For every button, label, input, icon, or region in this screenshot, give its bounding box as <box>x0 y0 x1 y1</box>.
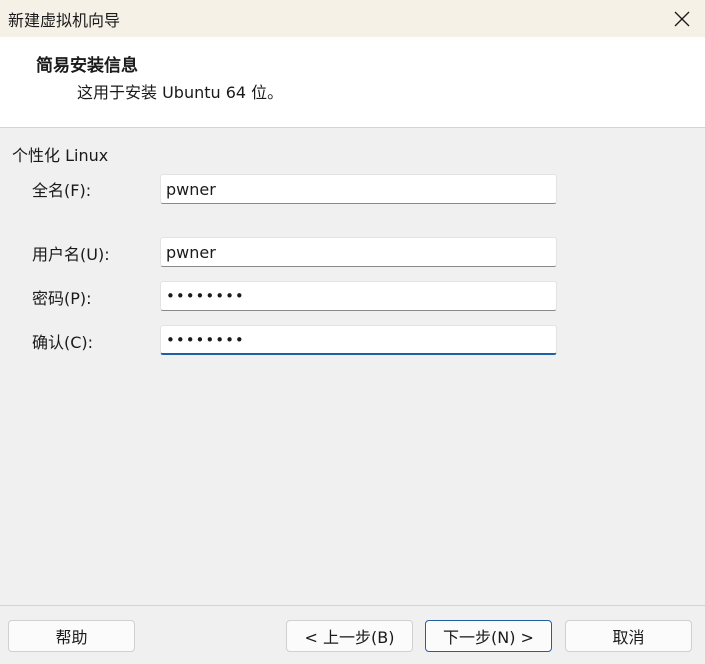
wizard-window: 新建虚拟机向导 简易安装信息 这用于安装 Ubuntu 64 位。 个性化 Li… <box>0 0 705 664</box>
username-input[interactable] <box>160 237 557 267</box>
footer-divider <box>0 605 705 606</box>
back-button[interactable]: < 上一步(B) <box>286 620 413 652</box>
username-label: 用户名(U): <box>32 245 110 264</box>
title-bar: 新建虚拟机向导 <box>0 0 705 37</box>
wizard-header: 简易安装信息 这用于安装 Ubuntu 64 位。 <box>0 37 705 128</box>
page-subtitle: 这用于安装 Ubuntu 64 位。 <box>77 83 284 102</box>
confirm-label: 确认(C): <box>32 333 94 352</box>
password-label: 密码(P): <box>32 289 92 308</box>
cancel-button[interactable]: 取消 <box>565 620 692 652</box>
close-icon <box>674 11 690 26</box>
next-button[interactable]: 下一步(N) > <box>425 620 552 652</box>
confirm-password-input[interactable] <box>160 325 557 355</box>
personalize-group-label: 个性化 Linux <box>12 146 109 165</box>
page-title: 简易安装信息 <box>36 56 138 76</box>
password-input[interactable] <box>160 281 557 311</box>
window-title: 新建虚拟机向导 <box>8 11 121 30</box>
fullname-label: 全名(F): <box>32 181 92 200</box>
help-button[interactable]: 帮助 <box>8 620 135 652</box>
close-button[interactable] <box>659 0 705 37</box>
fullname-input[interactable] <box>160 174 557 204</box>
